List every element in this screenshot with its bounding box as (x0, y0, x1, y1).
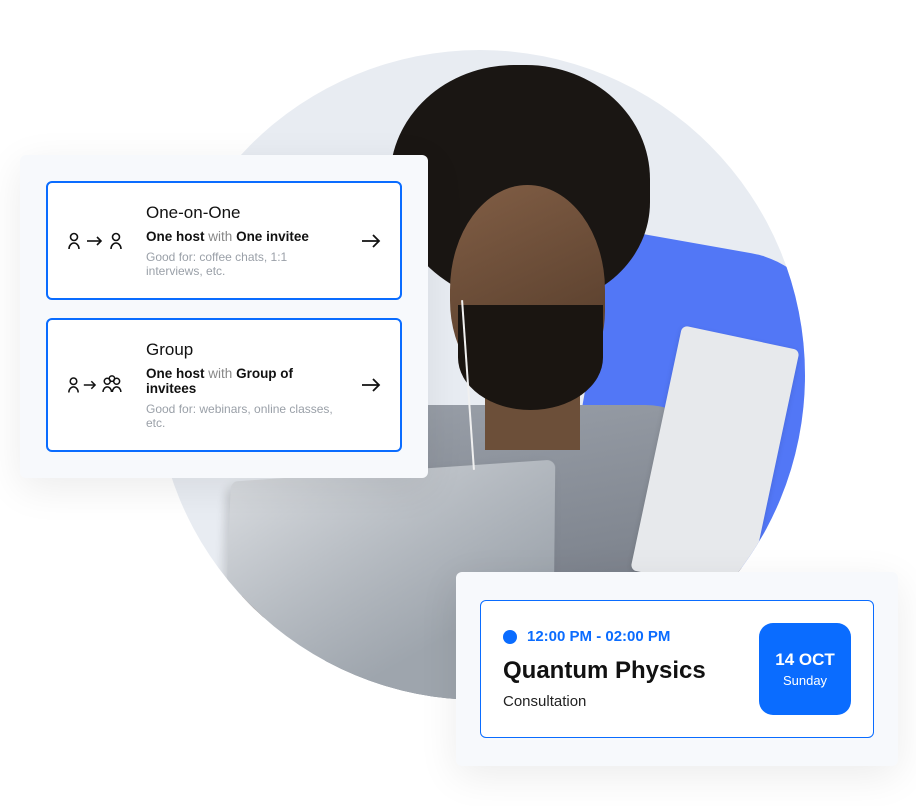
type-note: Good for: coffee chats, 1:1 interviews, … (146, 250, 340, 278)
tablet-device (630, 325, 799, 594)
type-title: One-on-One (146, 203, 340, 223)
arrow-right-icon (360, 377, 382, 393)
type-subtitle: One host with Group of invitees (146, 366, 340, 396)
arrow-right-icon (360, 233, 382, 249)
date-chip: 14 OCT Sunday (759, 623, 851, 715)
event-subtitle: Consultation (503, 693, 739, 710)
event-title: Quantum Physics (503, 657, 739, 685)
date-value: 14 OCT (775, 650, 835, 670)
event-time: 12:00 PM - 02:00 PM (527, 628, 670, 645)
one-to-one-icon (66, 230, 126, 252)
event-panel: 12:00 PM - 02:00 PM Quantum Physics Cons… (456, 572, 898, 766)
type-title: Group (146, 340, 340, 360)
event-card[interactable]: 12:00 PM - 02:00 PM Quantum Physics Cons… (480, 600, 874, 738)
status-dot-icon (503, 630, 517, 644)
event-time-row: 12:00 PM - 02:00 PM (503, 628, 739, 645)
date-day: Sunday (783, 673, 827, 688)
type-card-one-on-one[interactable]: One-on-One One host with One invitee Goo… (46, 181, 402, 300)
event-types-panel: One-on-One One host with One invitee Goo… (20, 155, 428, 478)
one-to-group-icon (66, 373, 126, 397)
type-subtitle: One host with One invitee (146, 229, 340, 244)
type-card-group[interactable]: Group One host with Group of invitees Go… (46, 318, 402, 452)
type-note: Good for: webinars, online classes, etc. (146, 402, 340, 430)
